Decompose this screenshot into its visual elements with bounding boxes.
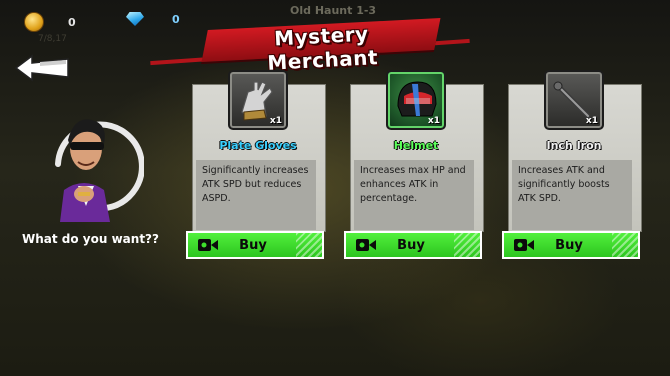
back-button[interactable] [14, 54, 70, 82]
item-frame-helmet[interactable]: x1 [386, 70, 446, 130]
page-title: Mystery Merchant [266, 21, 379, 75]
gem-counter: 0 [126, 12, 180, 26]
buy-label: Buy [555, 237, 583, 253]
gem-value: 0 [172, 12, 180, 26]
video-ad-icon [198, 239, 218, 251]
back-arrow-icon [14, 54, 69, 82]
item-quantity: x1 [427, 116, 440, 126]
buy-button[interactable]: Buy [186, 231, 324, 259]
coin-counter: 0 [24, 12, 76, 32]
location-label: Old Haunt 1-3 [290, 4, 377, 17]
merchant-portrait [44, 104, 145, 224]
gem-icon [126, 12, 144, 26]
coin-value: 0 [68, 15, 76, 29]
stage-progress: 7/8,17 [38, 34, 67, 44]
item-quantity: x1 [269, 116, 282, 126]
item-frame-inch-iron[interactable]: x1 [544, 70, 604, 130]
buy-button[interactable]: Buy [344, 231, 482, 259]
item-description: Increases max HP and enhances ATK in per… [354, 160, 474, 230]
video-ad-icon [356, 239, 376, 251]
item-name: Plate Gloves [219, 139, 297, 152]
buy-label: Buy [239, 237, 267, 253]
buy-button[interactable]: Buy [502, 231, 640, 259]
item-description: Increases ATK and significantly boosts A… [512, 160, 632, 230]
item-description: Significantly increases ATK SPD but redu… [196, 160, 316, 230]
video-ad-icon [514, 239, 534, 251]
item-name: Inch Iron [546, 139, 602, 152]
buy-label: Buy [397, 237, 425, 253]
merchant-question: What do you want?? [22, 232, 159, 246]
item-name: Helmet [393, 139, 439, 152]
coin-icon [24, 12, 44, 32]
item-quantity: x1 [585, 116, 598, 126]
item-frame-plate-gloves[interactable]: x1 [228, 70, 288, 130]
